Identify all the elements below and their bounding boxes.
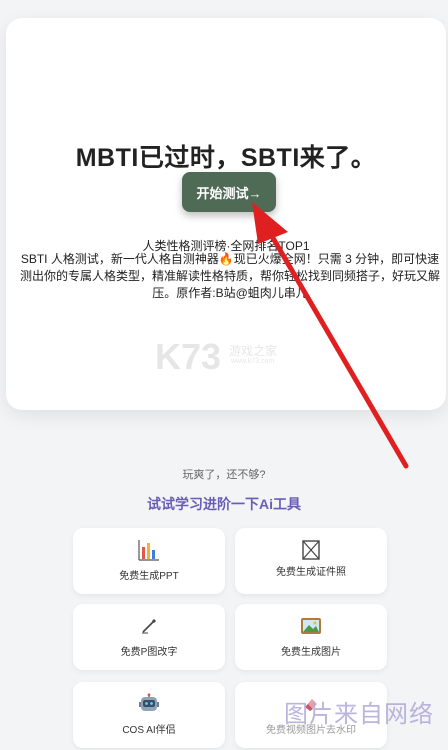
k73-url: www.k73.com [231, 358, 275, 365]
tool-label: 免费生成PPT [119, 571, 179, 582]
tool-card-image-gen[interactable]: 免费生成图片 [235, 604, 387, 670]
image-source-watermark: 图片来自网络 [284, 701, 434, 728]
k73-site-name: 游戏之家 [229, 344, 278, 358]
more-title: 试试学习进阶一下Ai工具 [147, 496, 301, 512]
hero-title: MBTI已过时，SBTI来了。 [75, 144, 377, 172]
picture-icon [235, 614, 387, 638]
tool-card-id-photo[interactable]: 免费生成证件照 [235, 528, 387, 594]
more-hint: 玩爽了，还不够? [182, 469, 266, 481]
tool-card-ppt[interactable]: 免费生成PPT [73, 528, 225, 594]
k73-logo: K73 [155, 336, 222, 377]
robot-icon [73, 692, 225, 716]
k73-watermark: K73 游戏之家 www.k73.com [155, 336, 295, 386]
id-photo-icon [235, 538, 387, 562]
tool-label: 免费生成证件照 [276, 567, 346, 578]
tool-card-p-edit[interactable]: 免费P图改字 [73, 604, 225, 670]
hero-description: SBTI 人格测试，新一代人格自测神器🔥现已火爆全网！只需 3 分钟，即可快速测… [20, 252, 441, 300]
start-test-button[interactable]: 开始测试→ [182, 172, 276, 212]
tool-label: COS AI伴侣 [122, 725, 176, 736]
tool-label: 免费生成图片 [281, 647, 341, 658]
tool-card-cos-ai[interactable]: COS AI伴侣 [73, 682, 225, 748]
tool-label: 免费P图改字 [120, 647, 178, 658]
pen-edit-icon [73, 614, 225, 638]
bar-chart-icon [73, 538, 225, 562]
